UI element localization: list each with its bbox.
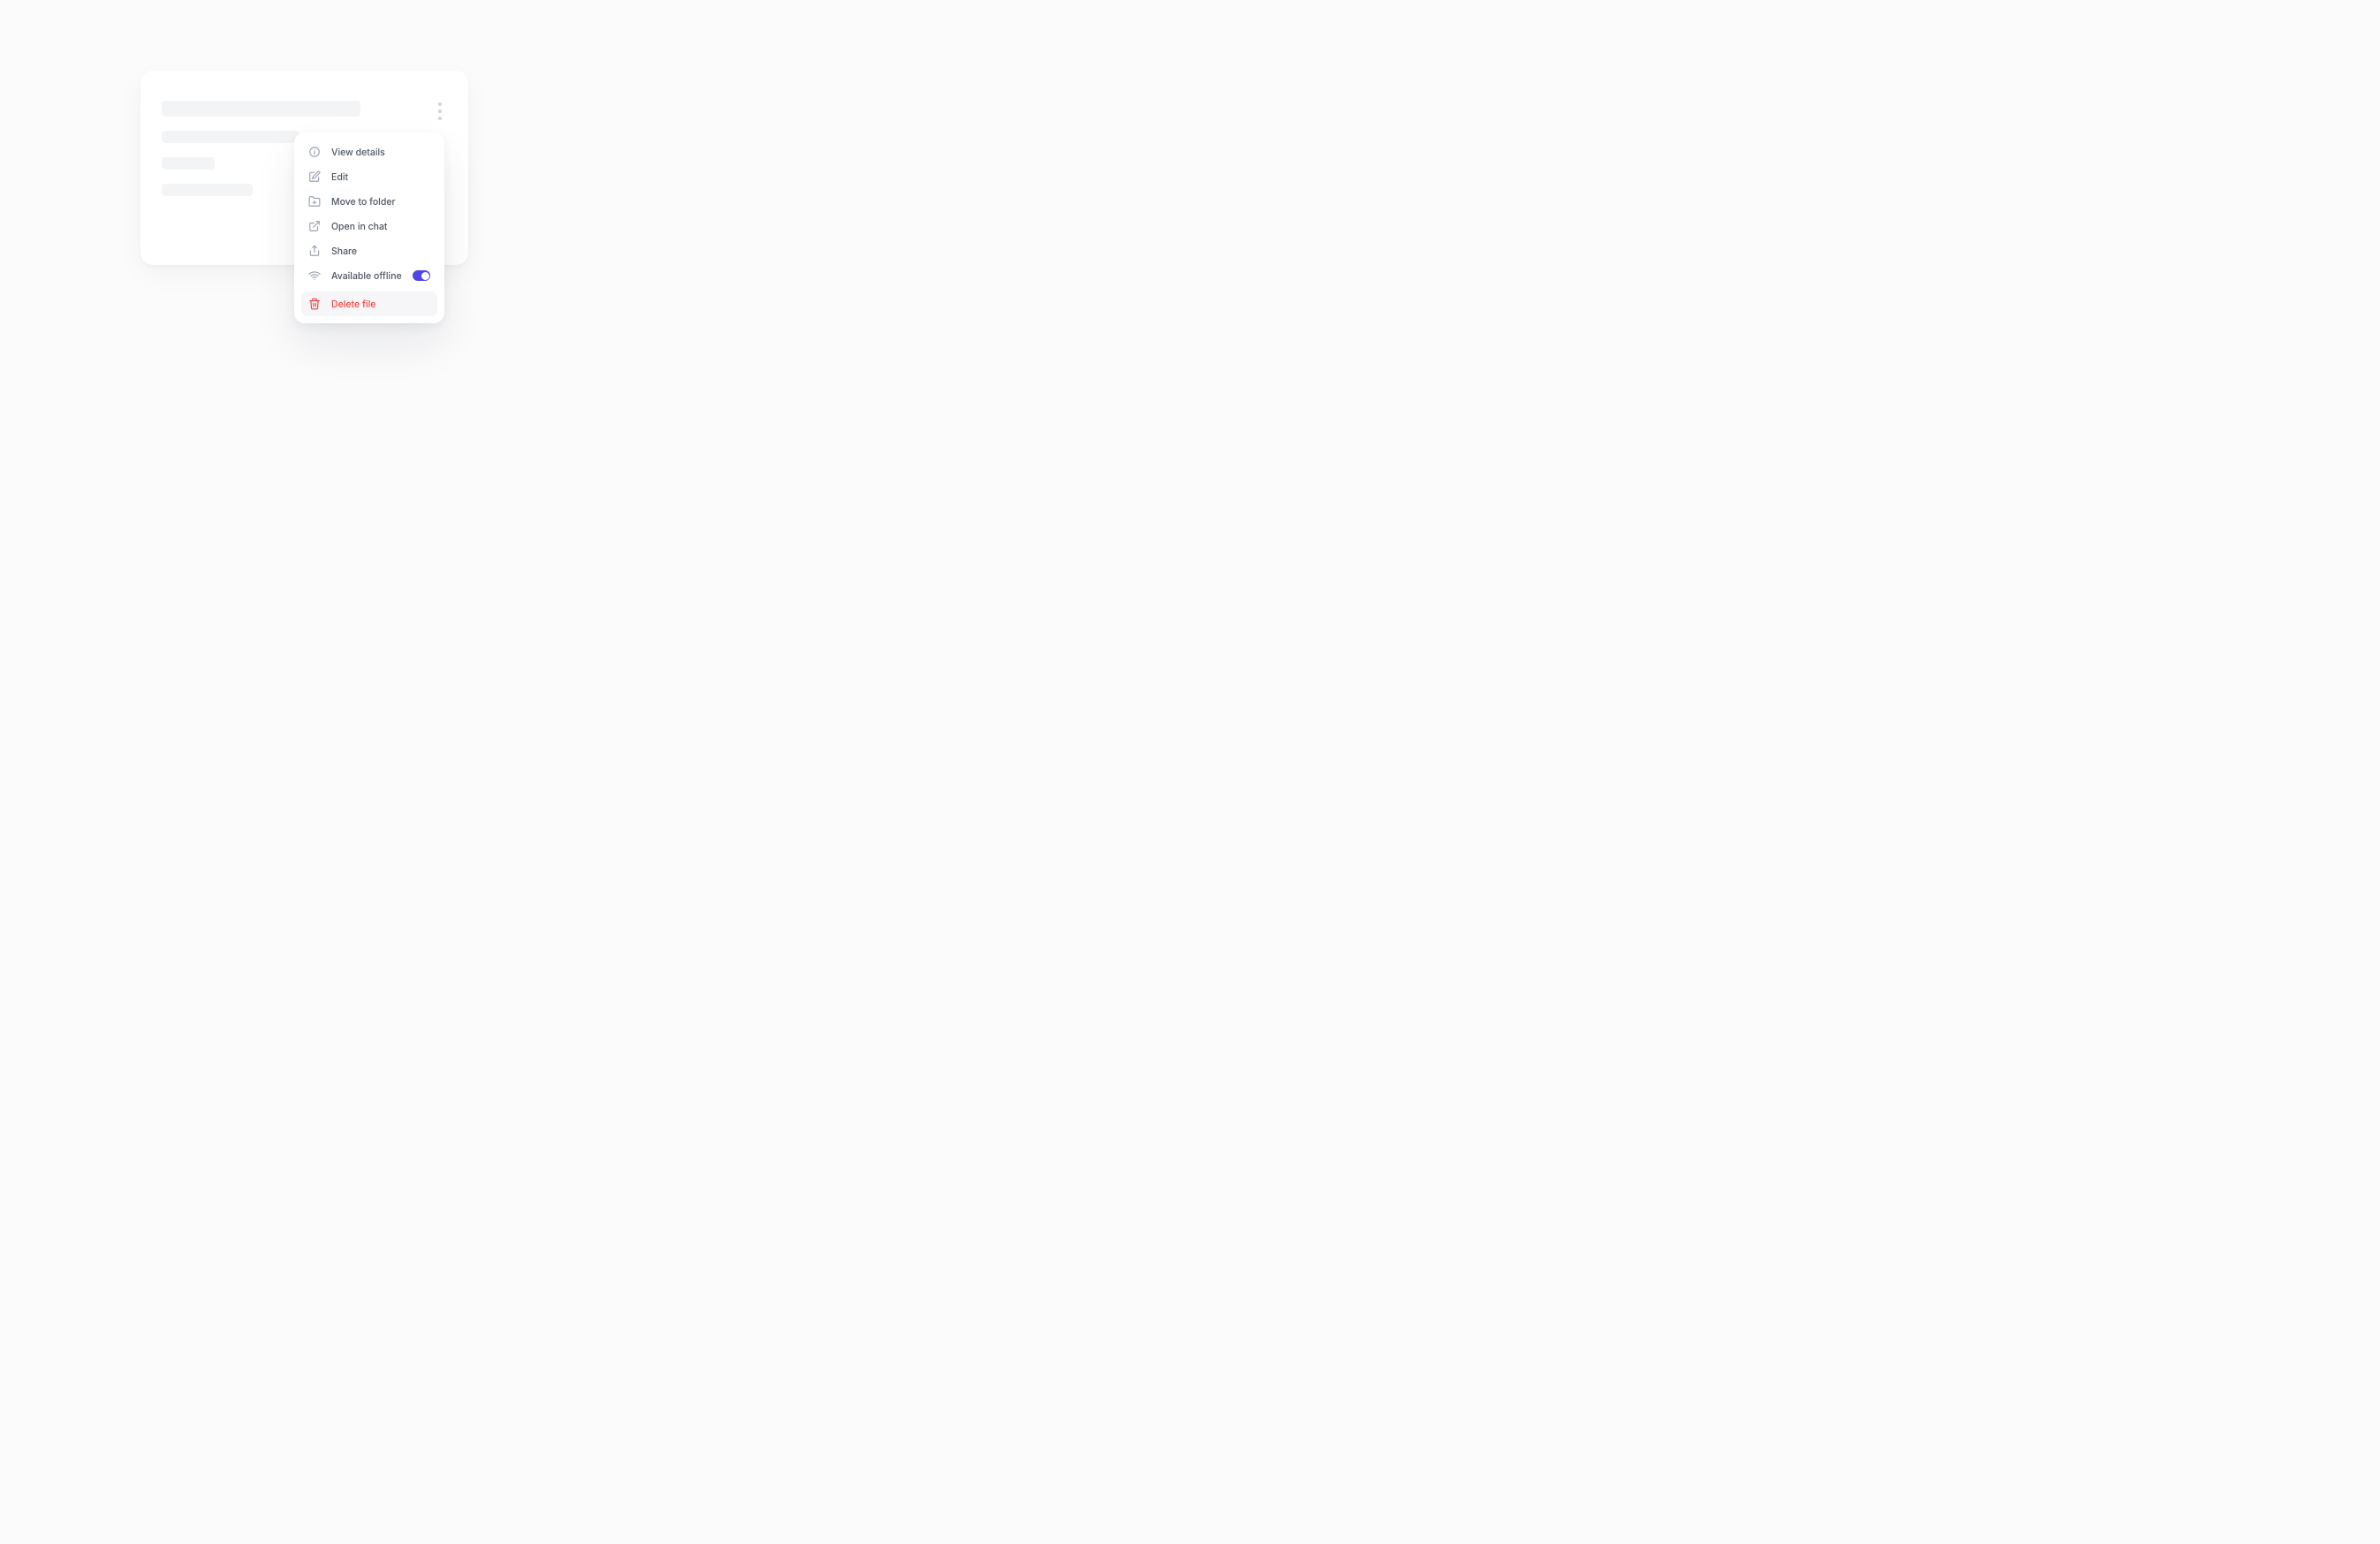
edit-icon [308, 170, 321, 183]
offline-toggle[interactable] [413, 270, 430, 281]
info-icon [308, 146, 321, 158]
external-link-icon [308, 220, 321, 232]
more-options-button[interactable] [429, 97, 451, 125]
menu-item-view-details[interactable]: View details [301, 140, 437, 164]
menu-item-label: Available offline [331, 270, 402, 282]
folder-plus-icon [308, 195, 321, 208]
skeleton-line [162, 101, 360, 117]
toggle-knob [421, 272, 429, 280]
menu-item-delete-file[interactable]: Delete file [301, 291, 437, 316]
share-icon [308, 245, 321, 257]
menu-item-label: Delete file [331, 299, 375, 310]
wifi-icon [308, 269, 321, 282]
menu-item-label: View details [331, 147, 385, 158]
context-menu: View details Edit Move to folder Open in… [294, 132, 444, 323]
menu-item-available-offline[interactable]: Available offline [301, 263, 437, 288]
skeleton-line [162, 184, 253, 196]
menu-item-label: Share [331, 246, 357, 257]
menu-item-open-in-chat[interactable]: Open in chat [301, 214, 437, 238]
skeleton-line [162, 157, 215, 170]
skeleton-line [162, 131, 299, 143]
menu-item-label: Move to folder [331, 196, 396, 208]
menu-item-move-to-folder[interactable]: Move to folder [301, 189, 437, 214]
dot-icon [438, 117, 442, 120]
menu-item-share[interactable]: Share [301, 238, 437, 263]
dot-icon [438, 102, 442, 106]
trash-icon [308, 298, 321, 310]
menu-item-label: Edit [331, 171, 348, 183]
dot-icon [438, 110, 442, 113]
menu-item-edit[interactable]: Edit [301, 164, 437, 189]
menu-item-label: Open in chat [331, 221, 388, 232]
